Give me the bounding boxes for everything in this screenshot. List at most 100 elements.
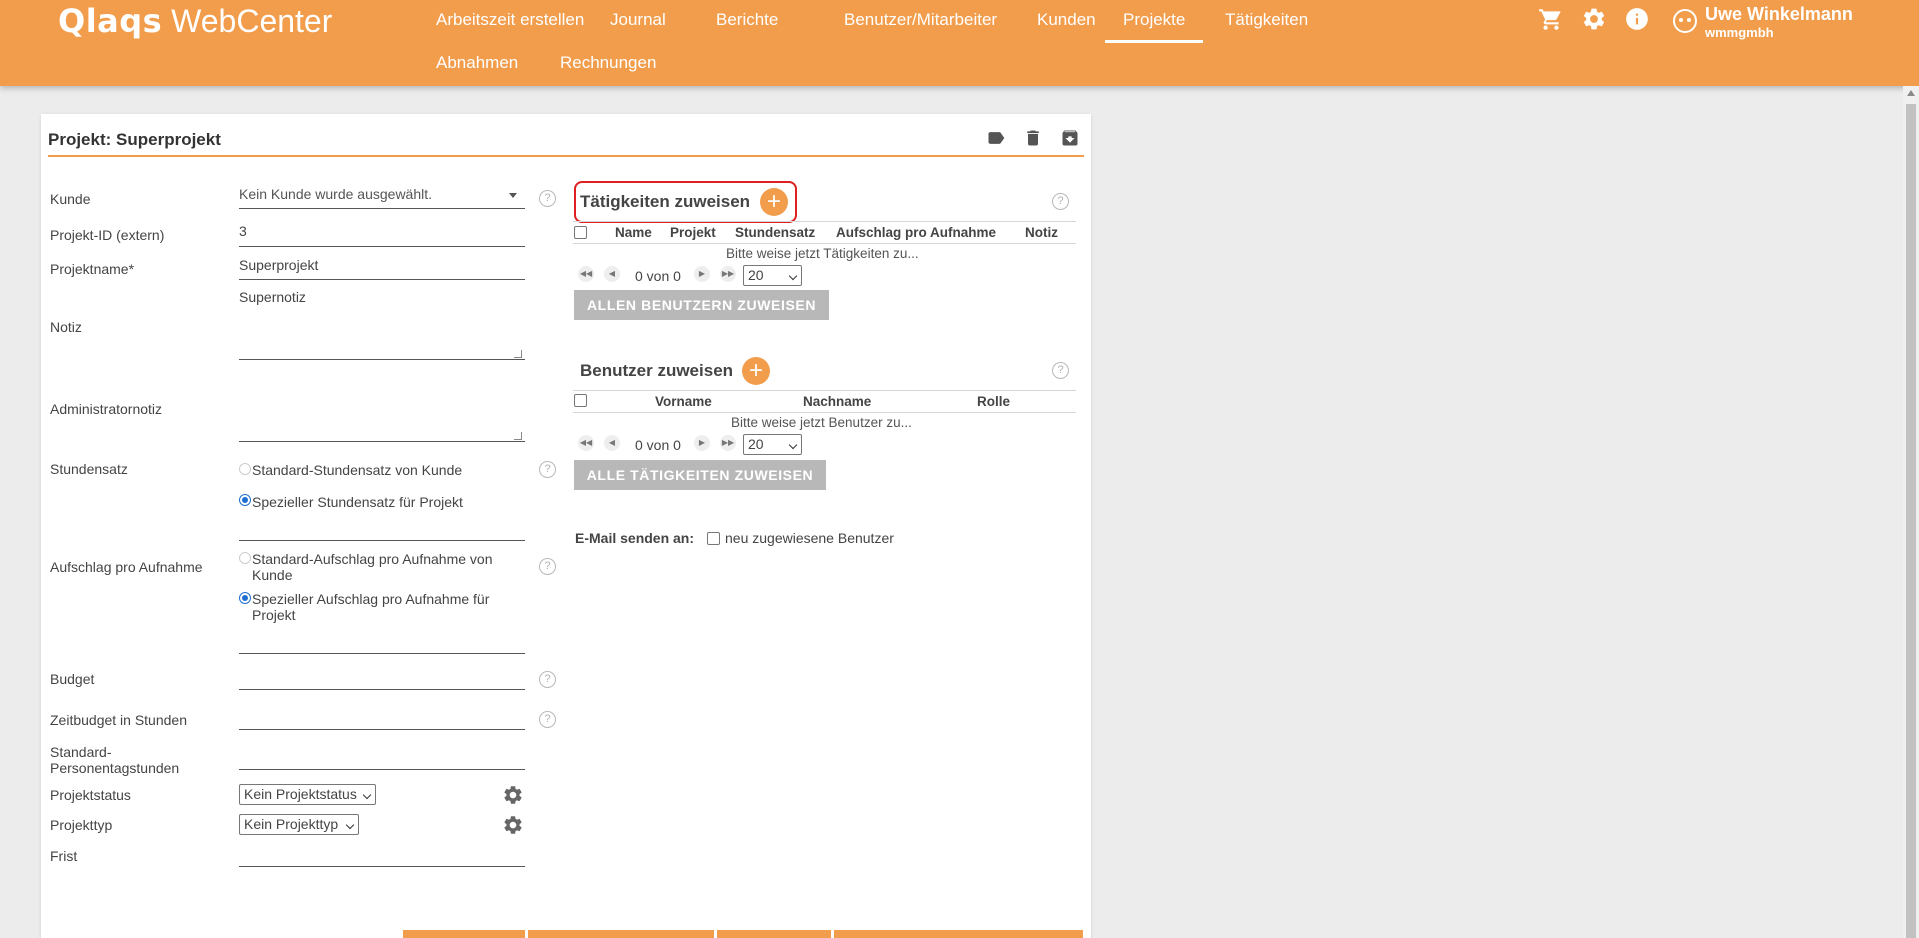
archive-icon[interactable] (1058, 128, 1082, 152)
nav-item-projekte[interactable]: Projekte (1105, 0, 1204, 43)
help-icon[interactable]: ? (539, 461, 556, 478)
next-page-icon[interactable]: ▶ (694, 266, 710, 282)
budget-input[interactable] (239, 689, 525, 690)
user-company: wmmgmbh (1705, 25, 1774, 40)
title-divider (48, 155, 1084, 157)
bottom-action-button[interactable] (834, 930, 1083, 938)
email-senden-label: E-Mail senden an: (575, 530, 695, 546)
aufschlag-standard-label[interactable]: Standard-Aufschlag pro Aufnahme von Kund… (252, 551, 502, 583)
nav-item-abnahmen[interactable]: Abnahmen (418, 43, 536, 86)
add-taetigkeit-button[interactable]: + (760, 188, 788, 216)
cart-icon[interactable] (1536, 6, 1566, 36)
gear-icon[interactable] (1579, 6, 1609, 36)
last-page-icon[interactable]: ▶▶ (720, 266, 736, 282)
aufschlag-input[interactable] (239, 653, 525, 654)
projektstatus-settings-gear-icon[interactable] (502, 784, 524, 806)
page-title: Projekt: Superprojekt (48, 130, 221, 149)
nav-item-rechnungen[interactable]: Rechnungen (542, 43, 674, 86)
stundensatz-standard-radio[interactable] (239, 463, 251, 475)
help-icon[interactable]: ? (1052, 193, 1069, 210)
first-page-icon[interactable]: ◀◀ (578, 266, 594, 282)
last-page-icon[interactable]: ▶▶ (720, 435, 736, 451)
adminnotiz-label: Administratornotiz (50, 401, 163, 417)
projektname-field[interactable]: Superprojekt (239, 257, 318, 273)
standard-pt-input[interactable] (239, 769, 525, 770)
help-icon[interactable]: ? (539, 711, 556, 728)
select-all-taetigkeiten-checkbox[interactable] (574, 226, 587, 239)
aufschlag-speziell-label[interactable]: Spezieller Aufschlag pro Aufnahme für Pr… (252, 591, 502, 623)
stundensatz-speziell-radio[interactable] (239, 494, 251, 506)
bottom-action-button[interactable] (403, 930, 525, 938)
next-page-icon[interactable]: ▶ (694, 435, 710, 451)
first-page-icon[interactable]: ◀◀ (578, 435, 594, 451)
benutzer-title: Benutzer zuweisen (580, 361, 734, 380)
notiz-textarea[interactable]: Supernotiz (239, 289, 306, 305)
stundensatz-input[interactable] (239, 540, 525, 541)
column-header-aufschlag[interactable]: Aufschlag pro Aufnahme (836, 225, 996, 240)
resize-handle-icon[interactable] (514, 350, 522, 358)
add-benutzer-button[interactable]: + (742, 357, 770, 385)
column-header-nachname[interactable]: Nachname (803, 394, 871, 409)
prev-page-icon[interactable]: ◀ (604, 435, 620, 451)
stundensatz-standard-label[interactable]: Standard-Stundensatz von Kunde (252, 462, 462, 478)
stundensatz-speziell-label[interactable]: Spezieller Stundensatz für Projekt (252, 494, 463, 510)
neu-zugewiesene-benutzer-label[interactable]: neu zugewiesene Benutzer (725, 530, 894, 546)
benutzer-page-size-select[interactable]: 20 (743, 434, 802, 455)
projektstatus-label: Projektstatus (50, 787, 131, 803)
prev-page-icon[interactable]: ◀ (604, 266, 620, 282)
bottom-action-button[interactable] (717, 930, 831, 938)
nav-item-benutzer-mitarbeiter[interactable]: Benutzer/Mitarbeiter (826, 0, 1015, 43)
alle-taetigkeiten-zuweisen-button[interactable]: ALLE TÄTIGKEITEN ZUWEISEN (574, 460, 826, 490)
projekt-id-underline (239, 246, 525, 247)
trash-icon[interactable] (1021, 128, 1045, 152)
nav-item-kunden[interactable]: Kunden (1019, 0, 1114, 43)
projekt-id-field[interactable]: 3 (239, 223, 247, 239)
kunde-select[interactable] (239, 208, 525, 209)
kunde-select-value[interactable]: Kein Kunde wurde ausgewählt. (239, 186, 432, 202)
help-icon[interactable]: ? (539, 558, 556, 575)
nav-item-journal[interactable]: Journal (592, 0, 684, 43)
frist-input[interactable] (239, 866, 525, 867)
tag-icon[interactable] (984, 128, 1008, 152)
taetigkeiten-title: Tätigkeiten zuweisen (580, 192, 751, 211)
help-icon[interactable]: ? (539, 190, 556, 207)
bottom-action-button[interactable] (528, 930, 714, 938)
user-avatar-icon (1673, 9, 1697, 33)
help-icon[interactable]: ? (1052, 362, 1069, 379)
taetigkeiten-page-size-select[interactable]: 20 (743, 265, 802, 286)
kunde-label: Kunde (50, 191, 91, 207)
allen-benutzern-zuweisen-button[interactable]: ALLEN BENUTZERN ZUWEISEN (574, 290, 829, 320)
app-logo[interactable]: Qlaqs WebCenter (58, 2, 332, 40)
resize-handle-icon[interactable] (514, 432, 522, 440)
scrollbar-thumb[interactable] (1906, 104, 1916, 938)
column-header-stundensatz[interactable]: Stundensatz (735, 225, 815, 240)
logo-product: WebCenter (171, 3, 333, 39)
adminnotiz-underline (239, 441, 525, 442)
nav-item-taetigkeiten[interactable]: Tätigkeiten (1207, 0, 1326, 43)
column-header-rolle[interactable]: Rolle (977, 394, 1010, 409)
aufschlag-standard-radio[interactable] (239, 552, 251, 564)
column-header-vorname[interactable]: Vorname (655, 394, 712, 409)
column-header-notiz[interactable]: Notiz (1025, 225, 1058, 240)
neu-zugewiesene-benutzer-checkbox[interactable] (707, 532, 720, 545)
nav-item-arbeitszeit-erstellen[interactable]: Arbeitszeit erstellen (418, 0, 602, 43)
chevron-down-icon[interactable] (509, 193, 517, 198)
page-scrollbar[interactable] (1903, 86, 1919, 938)
standard-pt-label: Standard-Personentagstunden (50, 744, 180, 776)
projektstatus-select[interactable]: Kein Projektstatus (239, 784, 376, 805)
benutzer-pager-text: 0 von 0 (635, 437, 681, 453)
column-header-projekt[interactable]: Projekt (670, 225, 716, 240)
column-header-name[interactable]: Name (615, 225, 652, 240)
table-header-top-border (573, 221, 1076, 222)
projekttyp-select[interactable]: Kein Projekttyp (239, 814, 359, 835)
taetigkeiten-empty-message: Bitte weise jetzt Tätigkeiten zu... (726, 246, 919, 261)
projekttyp-settings-gear-icon[interactable] (502, 814, 524, 836)
zeitbudget-input[interactable] (239, 729, 525, 730)
nav-item-berichte[interactable]: Berichte (698, 0, 796, 43)
select-all-benutzer-checkbox[interactable] (574, 394, 587, 407)
info-icon[interactable] (1622, 6, 1652, 36)
scroll-up-arrow-icon[interactable] (1907, 90, 1915, 96)
logo-brand: Qlaqs (58, 2, 163, 40)
help-icon[interactable]: ? (539, 671, 556, 688)
aufschlag-speziell-radio[interactable] (239, 592, 251, 604)
